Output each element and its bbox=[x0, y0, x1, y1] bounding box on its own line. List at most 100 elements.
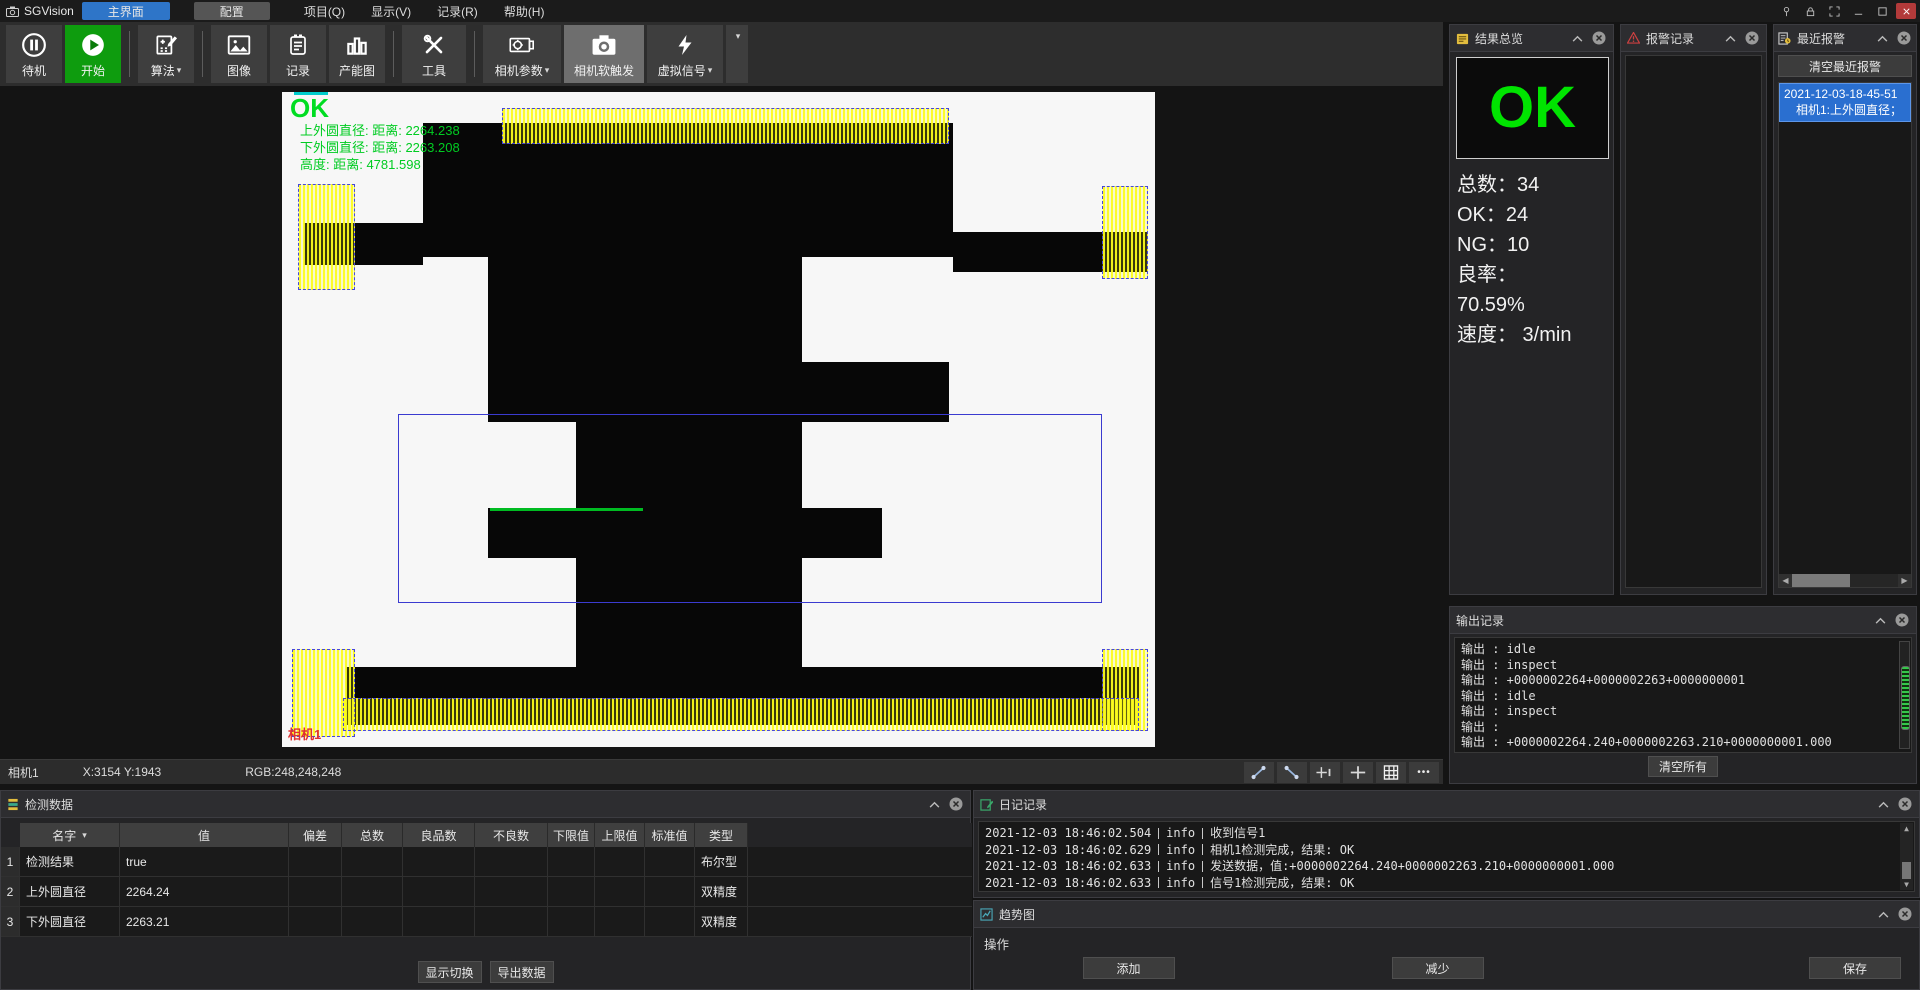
image-button[interactable]: 图像 bbox=[211, 25, 267, 83]
horizontal-scrollbar[interactable]: ◀ ▶ bbox=[1779, 574, 1911, 587]
minimize-icon[interactable] bbox=[1848, 3, 1868, 19]
alarm-item-time: 2021-12-03-18-45-51 bbox=[1784, 87, 1906, 101]
save-button[interactable]: 保存 bbox=[1809, 957, 1901, 979]
chevron-down-icon: ▾ bbox=[736, 31, 741, 42]
clear-all-button[interactable]: 清空所有 bbox=[1648, 756, 1718, 777]
collapse-icon[interactable] bbox=[1569, 30, 1585, 46]
data-list-icon bbox=[7, 798, 19, 811]
scroll-down-icon[interactable]: ▼ bbox=[1904, 879, 1909, 890]
lock-icon[interactable] bbox=[1800, 3, 1820, 19]
record-button[interactable]: 记录 bbox=[270, 25, 326, 83]
grid-icon[interactable] bbox=[1376, 762, 1406, 783]
virtual-signal-button[interactable]: 虚拟信号▾ bbox=[647, 25, 723, 83]
close-icon[interactable] bbox=[1896, 30, 1912, 46]
menu-display[interactable]: 显示(V) bbox=[371, 3, 411, 20]
log-level: info bbox=[1166, 858, 1195, 875]
scroll-up-icon[interactable]: ▲ bbox=[1904, 823, 1909, 834]
export-data-button[interactable]: 导出数据 bbox=[490, 961, 554, 983]
cell-good bbox=[403, 847, 475, 877]
table-row[interactable]: 2 上外圆直径 2264.24 双精度 bbox=[1, 877, 972, 907]
collapse-icon[interactable] bbox=[1872, 612, 1888, 628]
trend-panel-header: 趋势图 bbox=[974, 901, 1919, 928]
cell-lower bbox=[548, 907, 595, 937]
camera-params-button[interactable]: 相机参数▾ bbox=[483, 25, 561, 83]
menu-project[interactable]: 项目(Q) bbox=[304, 3, 345, 20]
collapse-icon[interactable] bbox=[926, 796, 942, 812]
vertical-scrollbar[interactable] bbox=[1899, 641, 1910, 749]
caliper-tool-2-icon[interactable] bbox=[1277, 762, 1307, 783]
clear-recent-alarms-button[interactable]: 清空最近报警 bbox=[1778, 55, 1912, 77]
collapse-icon[interactable] bbox=[1722, 30, 1738, 46]
alarm-list-area[interactable] bbox=[1625, 55, 1762, 588]
separator bbox=[1202, 828, 1203, 839]
recent-alarm-header: 最近报警 bbox=[1774, 25, 1916, 52]
column-header-total[interactable]: 总数 bbox=[342, 823, 403, 847]
menu-help[interactable]: 帮助(H) bbox=[504, 3, 545, 20]
measure-region-left[interactable] bbox=[298, 184, 355, 290]
output-lines-area[interactable]: 输出 : idle 输出 : inspect 输出 : +0000002264+… bbox=[1454, 637, 1912, 753]
table-row[interactable]: 3 下外圆直径 2263.21 双精度 bbox=[1, 907, 972, 937]
detection-panel-header: 检测数据 bbox=[1, 791, 970, 818]
column-header-standard[interactable]: 标准值 bbox=[645, 823, 695, 847]
column-header-value[interactable]: 值 bbox=[120, 823, 289, 847]
scroll-right-icon[interactable]: ▶ bbox=[1898, 574, 1911, 587]
caliper-tool-icon[interactable] bbox=[1244, 762, 1274, 783]
collapse-icon[interactable] bbox=[1875, 796, 1891, 812]
column-header-upper-limit[interactable]: 上限值 bbox=[595, 823, 645, 847]
pin-icon[interactable] bbox=[1776, 3, 1796, 19]
algorithm-button[interactable]: 算法▾ bbox=[138, 25, 194, 83]
column-header-bad[interactable]: 不良数 bbox=[475, 823, 548, 847]
log-time: 2021-12-03 18:46:02.504 bbox=[985, 825, 1151, 842]
scroll-left-icon[interactable]: ◀ bbox=[1779, 574, 1792, 587]
more-tools-icon[interactable]: ••• bbox=[1409, 762, 1439, 783]
column-header-good[interactable]: 良品数 bbox=[403, 823, 475, 847]
standby-button[interactable]: 待机 bbox=[6, 25, 62, 83]
throughput-chart-button[interactable]: 产能图 bbox=[329, 25, 385, 83]
tools-button[interactable]: 工具 bbox=[402, 25, 466, 83]
log-level: info bbox=[1166, 875, 1195, 892]
column-header-type[interactable]: 类型 bbox=[695, 823, 748, 847]
stat-yield-value: 70.59% bbox=[1457, 290, 1609, 320]
close-icon[interactable] bbox=[948, 796, 964, 812]
menu-record[interactable]: 记录(R) bbox=[437, 3, 478, 20]
measure-region-top[interactable] bbox=[502, 108, 949, 144]
close-icon[interactable] bbox=[1897, 796, 1913, 812]
close-icon[interactable] bbox=[1591, 30, 1607, 46]
tab-main-screen[interactable]: 主界面 bbox=[82, 2, 170, 20]
vertical-scrollbar[interactable]: ▲ ▼ bbox=[1900, 823, 1913, 890]
collapse-icon[interactable] bbox=[1875, 906, 1891, 922]
close-icon[interactable] bbox=[1896, 3, 1916, 19]
collapse-icon[interactable] bbox=[1874, 30, 1890, 46]
filter-icon[interactable]: ▾ bbox=[82, 830, 87, 841]
tab-config[interactable]: 配置 bbox=[194, 2, 270, 20]
toolbar-overflow-button[interactable]: ▾ bbox=[726, 25, 748, 83]
alarm-list-item[interactable]: 2021-12-03-18-45-51 相机1:上外圆直径； bbox=[1779, 83, 1911, 122]
close-icon[interactable] bbox=[1894, 612, 1910, 628]
start-button[interactable]: 开始 bbox=[65, 25, 121, 83]
tab-main-screen-label: 主界面 bbox=[108, 3, 144, 20]
column-header-lower-limit[interactable]: 下限值 bbox=[548, 823, 595, 847]
toolbar-separator bbox=[129, 31, 130, 77]
scrollbar-thumb[interactable] bbox=[1792, 574, 1850, 587]
maximize-icon[interactable] bbox=[1872, 3, 1892, 19]
crosshair-plus-one-icon[interactable] bbox=[1310, 762, 1340, 783]
fullscreen-icon[interactable] bbox=[1824, 3, 1844, 19]
crosshair-icon[interactable] bbox=[1343, 762, 1373, 783]
close-icon[interactable] bbox=[1744, 30, 1760, 46]
toggle-display-button[interactable]: 显示切换 bbox=[418, 961, 482, 983]
log-lines-area[interactable]: 2021-12-03 18:46:02.504info收到信号1 2021-12… bbox=[978, 821, 1915, 892]
measure-region-bottom[interactable] bbox=[343, 698, 1139, 731]
column-header-name[interactable]: 名字▾ bbox=[20, 823, 120, 847]
add-button[interactable]: 添加 bbox=[1083, 957, 1175, 979]
table-row[interactable]: 1 检测结果 true 布尔型 bbox=[1, 847, 972, 877]
camera-image-view[interactable]: OK 上外圆直径: 距离: 2264.238 下外圆直径: 距离: 2263.2… bbox=[282, 92, 1155, 747]
cell-bad bbox=[475, 877, 548, 907]
scrollbar-thumb[interactable] bbox=[1901, 666, 1910, 730]
close-icon[interactable] bbox=[1897, 906, 1913, 922]
column-header-deviation[interactable]: 偏差 bbox=[289, 823, 342, 847]
recent-alarm-list[interactable]: 2021-12-03-18-45-51 相机1:上外圆直径； ◀ ▶ bbox=[1778, 82, 1912, 588]
camera-soft-trigger-button[interactable]: 相机软触发 bbox=[564, 25, 644, 83]
measure-region-right[interactable] bbox=[1102, 186, 1148, 279]
reduce-button[interactable]: 减少 bbox=[1392, 957, 1484, 979]
scrollbar-thumb[interactable] bbox=[1902, 862, 1911, 879]
